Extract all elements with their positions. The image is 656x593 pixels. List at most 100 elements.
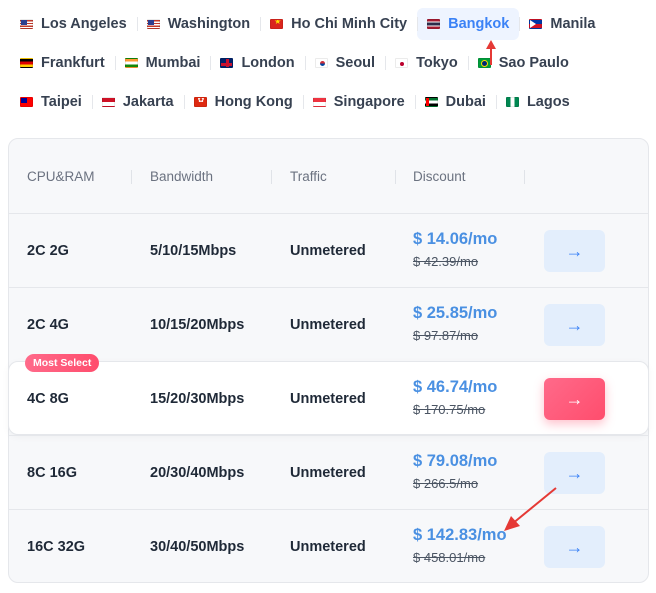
location-label: Bangkok — [448, 16, 510, 32]
arrow-right-icon: → — [565, 240, 584, 261]
header-discount: Discount — [413, 169, 466, 184]
original-price: $ 97.87/mo — [413, 328, 479, 343]
taiwan-flag-icon — [20, 97, 33, 107]
location-dubai[interactable]: Dubai — [414, 86, 496, 118]
header-cpu-ram: CPU&RAM — [27, 169, 95, 184]
bandwidth-cell: 5/10/15Mbps — [150, 243, 237, 259]
location-london[interactable]: London — [210, 47, 304, 79]
header-bandwidth: Bandwidth — [150, 169, 214, 184]
location-label: Dubai — [445, 94, 486, 110]
location-ho-chi-minh-city[interactable]: Ho Chi Minh City — [260, 8, 417, 40]
uk-flag-icon — [220, 58, 234, 68]
arrow-right-icon: → — [565, 536, 584, 557]
location-label: Los Angeles — [41, 16, 127, 32]
uae-flag-icon — [424, 97, 438, 107]
order-button[interactable]: → — [544, 230, 605, 272]
arrow-right-icon: → — [565, 388, 584, 409]
traffic-cell: Unmetered — [290, 317, 366, 333]
japan-flag-icon — [395, 58, 409, 68]
annotation-arrow-diagonal-icon — [504, 487, 557, 531]
philippines-flag-icon — [529, 19, 543, 29]
location-frankfurt[interactable]: Frankfurt — [10, 47, 115, 79]
location-los-angeles[interactable]: Los Angeles — [10, 8, 137, 40]
header-divider — [271, 170, 272, 184]
location-tokyo[interactable]: Tokyo — [385, 47, 468, 79]
table-header: CPU&RAM Bandwidth Traffic Discount — [9, 139, 648, 213]
traffic-cell: Unmetered — [290, 243, 366, 259]
bandwidth-cell: 30/40/50Mbps — [150, 539, 245, 555]
us-flag-icon — [20, 19, 33, 29]
location-taipei[interactable]: Taipei — [10, 86, 92, 118]
original-price: $ 170.75/mo — [413, 402, 486, 417]
us-flag-icon — [146, 19, 160, 29]
germany-flag-icon — [20, 58, 33, 68]
header-divider — [524, 170, 525, 184]
discount-price: $ 25.85/mo — [413, 304, 498, 322]
location-mumbai[interactable]: Mumbai — [114, 47, 211, 79]
location-hong-kong[interactable]: Hong Kong — [183, 86, 303, 118]
order-button[interactable]: → — [544, 378, 605, 420]
annotation-arrow-up-icon — [486, 40, 496, 65]
location-seoul[interactable]: Seoul — [304, 47, 385, 79]
traffic-cell: Unmetered — [290, 539, 366, 555]
bandwidth-cell: 20/30/40Mbps — [150, 465, 245, 481]
cpu-ram-cell: 2C 2G — [27, 243, 69, 259]
location-label: Tokyo — [416, 55, 458, 71]
location-lagos[interactable]: Lagos — [495, 86, 580, 118]
location-label: Mumbai — [145, 55, 201, 71]
location-label: Ho Chi Minh City — [291, 16, 408, 32]
indonesia-flag-icon — [101, 97, 115, 107]
korea-flag-icon — [314, 58, 328, 68]
location-label: Hong Kong — [214, 94, 293, 110]
traffic-cell: Unmetered — [290, 465, 366, 481]
india-flag-icon — [124, 58, 138, 68]
arrow-right-icon: → — [565, 314, 584, 335]
header-divider — [131, 170, 132, 184]
traffic-cell: Unmetered — [290, 391, 366, 407]
original-price: $ 42.39/mo — [413, 254, 479, 269]
bandwidth-cell: 15/20/30Mbps — [150, 391, 245, 407]
cpu-ram-cell: 4C 8G — [27, 391, 69, 407]
hongkong-flag-icon — [193, 97, 207, 107]
location-row: Los Angeles Washington Ho Chi Minh City Ban… — [10, 8, 650, 40]
location-label: Sao Paulo — [498, 55, 569, 71]
discount-price: $ 79.08/mo — [413, 452, 498, 470]
header-divider — [395, 170, 396, 184]
location-jakarta[interactable]: Jakarta — [91, 86, 184, 118]
cpu-ram-cell: 2C 4G — [27, 317, 69, 333]
location-row: Frankfurt Mumbai London Seoul Tokyo Sao Paulo — [10, 47, 650, 79]
location-manila[interactable]: Manila — [519, 8, 605, 40]
most-select-badge: Most Select — [25, 354, 100, 372]
table-row: 2C 4G 10/15/20Mbps Unmetered $ 25.85/mo $ 97… — [9, 287, 648, 361]
vietnam-flag-icon — [270, 19, 284, 29]
original-price: $ 458.01/mo — [413, 550, 486, 565]
location-singapore[interactable]: Singapore — [302, 86, 415, 118]
header-traffic: Traffic — [290, 169, 327, 184]
location-label: Frankfurt — [41, 55, 105, 71]
bandwidth-cell: 10/15/20Mbps — [150, 317, 245, 333]
arrow-right-icon: → — [565, 462, 584, 483]
table-row: 2C 2G 5/10/15Mbps Unmetered $ 14.06/mo $ 42.… — [9, 213, 648, 287]
location-row: Taipei Jakarta Hong Kong Singapore Dubai Lago… — [10, 86, 650, 118]
location-bangkok[interactable]: Bangkok — [417, 8, 520, 40]
cpu-ram-cell: 8C 16G — [27, 465, 77, 481]
original-price: $ 266.5/mo — [413, 476, 479, 491]
location-label: Jakarta — [122, 94, 174, 110]
location-label: Lagos — [526, 94, 570, 110]
nigeria-flag-icon — [505, 97, 519, 107]
order-button[interactable]: → — [544, 304, 605, 346]
location-washington[interactable]: Washington — [136, 8, 260, 40]
location-label: Seoul — [335, 55, 376, 71]
table-row: Most Select 4C 8G 15/20/30Mbps Unmetered $ 4… — [8, 354, 649, 435]
location-label: Taipei — [41, 94, 82, 110]
location-label: Manila — [550, 16, 596, 32]
singapore-flag-icon — [312, 97, 326, 107]
discount-price: $ 142.83/mo — [413, 526, 507, 544]
location-label: Washington — [167, 16, 251, 32]
location-label: London — [241, 55, 295, 71]
location-selector: Los Angeles Washington Ho Chi Minh City Ban… — [10, 8, 650, 125]
location-label: Singapore — [333, 94, 405, 110]
discount-price: $ 46.74/mo — [413, 378, 498, 396]
discount-price: $ 14.06/mo — [413, 230, 498, 248]
cpu-ram-cell: 16C 32G — [27, 539, 86, 555]
